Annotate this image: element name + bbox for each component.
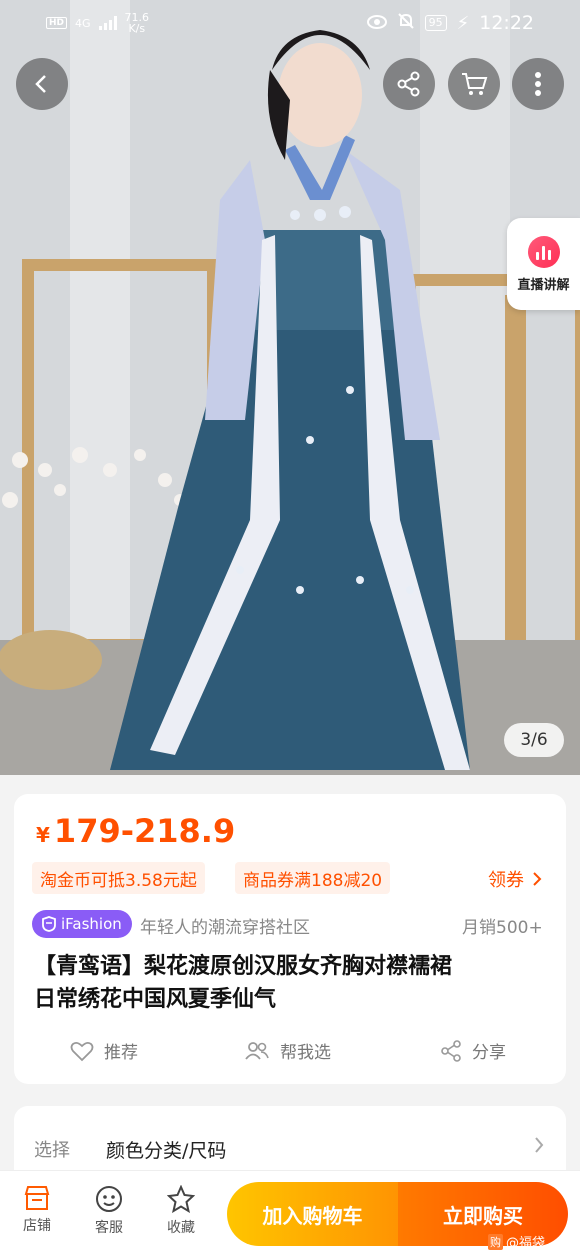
share-action-button[interactable]: 分享	[440, 1038, 506, 1063]
favorite-tab[interactable]: 收藏	[151, 1185, 211, 1237]
watermark-text: @福袋	[506, 1236, 546, 1251]
charging-icon: ⚡	[456, 12, 470, 34]
eye-icon	[366, 13, 387, 34]
share-button[interactable]	[383, 58, 435, 110]
product-title-line2: 日常绣花中国风夏季仙气	[34, 987, 277, 1012]
share-label: 分享	[472, 1043, 506, 1063]
live-bars-icon	[527, 235, 560, 268]
mute-bell-icon	[397, 12, 415, 35]
help-choose-button[interactable]: 帮我选	[244, 1038, 331, 1063]
ifashion-slogan: 年轻人的潮流穿搭社区	[140, 918, 310, 938]
clock: 12:22	[479, 12, 534, 34]
live-explain-button[interactable]: 直播讲解	[507, 218, 580, 310]
currency-symbol: ¥	[36, 823, 50, 847]
ifashion-label: iFashion	[61, 915, 122, 933]
people-icon	[245, 1041, 269, 1060]
price-range: 179-218.9	[53, 812, 236, 850]
recommend-label: 推荐	[104, 1043, 138, 1063]
select-label: 选择	[34, 1140, 70, 1161]
cart-button[interactable]	[448, 58, 500, 110]
hd-indicator: HD	[46, 17, 68, 29]
store-tab[interactable]: 店铺	[7, 1185, 67, 1235]
product-photo	[0, 0, 580, 775]
favorite-label: 收藏	[167, 1220, 195, 1236]
network-speed: 71.6 K/s	[124, 11, 150, 35]
heart-icon	[70, 1041, 94, 1061]
coupon-tag[interactable]: 商品券满188减20	[235, 862, 391, 894]
cart-icon	[462, 73, 488, 95]
more-button[interactable]	[512, 58, 564, 110]
store-icon	[24, 1186, 50, 1210]
help-choose-label: 帮我选	[280, 1043, 331, 1063]
monthly-sales: 月销500+	[462, 918, 543, 938]
live-explain-label: 直播讲解	[517, 277, 570, 293]
chevron-left-icon	[35, 75, 46, 93]
chevron-right-icon	[533, 872, 542, 886]
battery-level: 95	[424, 15, 447, 31]
service-label: 客服	[95, 1220, 123, 1236]
back-button[interactable]	[16, 58, 68, 110]
share-icon	[397, 71, 420, 97]
star-icon	[167, 1185, 195, 1213]
product-title: 【青鸾语】梨花渡原创汉服女齐胸对襟襦裙 日常绣花中国风夏季仙气	[34, 950, 544, 1016]
add-to-cart-button[interactable]: 加入购物车	[227, 1182, 398, 1246]
share-icon	[441, 1039, 461, 1062]
more-vertical-icon	[535, 72, 541, 96]
store-label: 店铺	[23, 1218, 51, 1234]
watermark: 购 @福袋	[488, 1232, 545, 1251]
get-coupon-label: 领券	[488, 870, 524, 891]
ifashion-logo-icon	[42, 916, 56, 932]
product-image-gallery[interactable]	[0, 0, 580, 775]
signal-icon	[98, 16, 117, 30]
service-tab[interactable]: 客服	[79, 1185, 139, 1237]
recommend-button[interactable]: 推荐	[70, 1038, 138, 1063]
price: ¥179-218.9	[36, 812, 235, 850]
select-value[interactable]: 颜色分类/尺码	[106, 1136, 226, 1163]
image-page-indicator: 3/6	[504, 723, 564, 757]
network-type: 4G	[75, 16, 91, 30]
chevron-right-icon	[534, 1136, 544, 1158]
product-title-line1: 【青鸾语】梨花渡原创汉服女齐胸对襟襦裙	[34, 954, 453, 979]
coin-discount-tag[interactable]: 淘金币可抵3.58元起	[32, 862, 205, 894]
watermark-badge-icon: 购	[488, 1233, 503, 1250]
status-bar: HD 4G 71.6 K/s 95 ⚡ 12:22	[0, 0, 580, 46]
smiley-service-icon	[96, 1186, 122, 1212]
get-coupon-link[interactable]: 领券	[488, 866, 542, 892]
ifashion-badge[interactable]: iFashion	[32, 910, 132, 938]
